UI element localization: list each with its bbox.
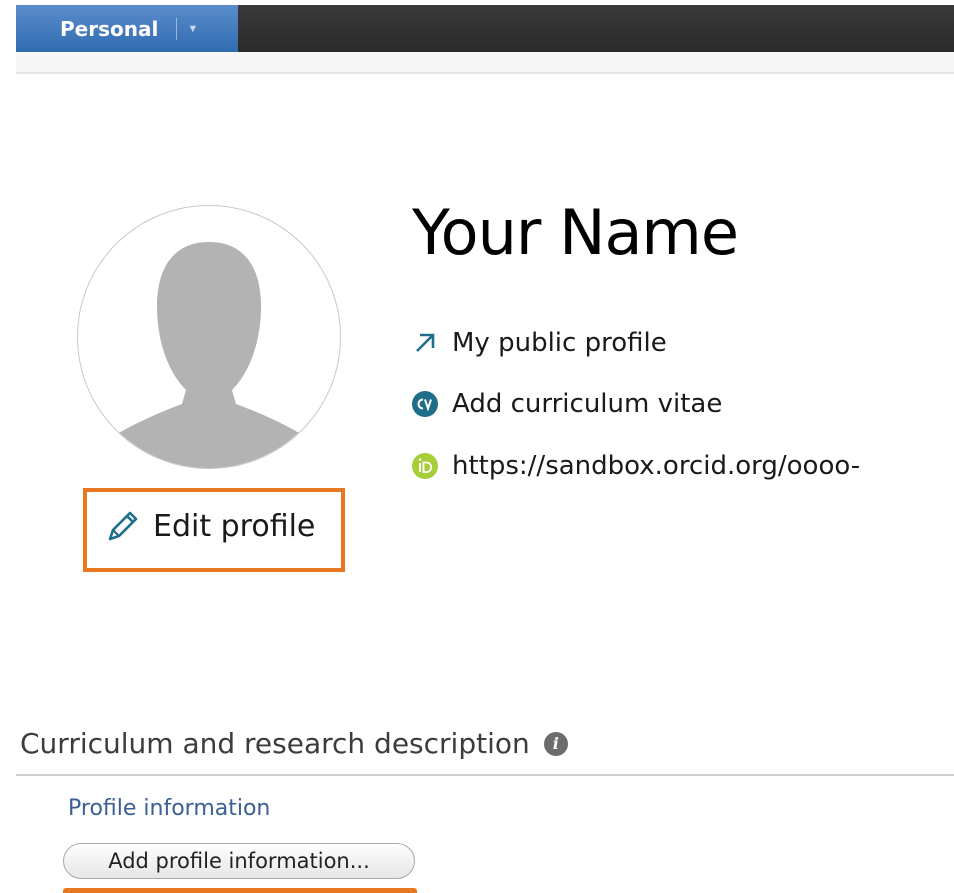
chevron-down-icon[interactable]: ▼ [187,23,198,35]
info-icon[interactable]: i [543,731,568,756]
personal-tab[interactable]: Personal ▼ [16,5,238,52]
profile-information-heading: Profile information [68,796,271,821]
pencil-icon [108,511,138,541]
tab-separator [176,17,178,40]
section-title-text: Curriculum and research description [20,727,530,760]
add-cv-link[interactable]: Add curriculum vitae [410,389,722,419]
edit-profile-link[interactable]: Edit profile [105,508,315,544]
highlight-strip [63,888,417,893]
add-profile-information-button[interactable]: Add profile information... [63,843,415,879]
top-navigation-bar: Personal ▼ [16,5,954,52]
personal-tab-label: Personal [60,16,159,41]
add-cv-label: Add curriculum vitae [452,389,723,419]
sub-navigation-bar [16,52,954,74]
profile-name: Your Name [412,196,739,269]
cv-icon [410,389,440,419]
edit-profile-highlight: Edit profile [83,488,345,572]
public-profile-link[interactable]: My public profile [410,328,667,358]
orcid-id-icon [410,451,440,481]
avatar [77,205,341,469]
public-profile-label: My public profile [452,328,667,358]
edit-profile-label: Edit profile [153,508,316,544]
orcid-link[interactable]: https://sandbox.orcid.org/oooo- [410,451,860,481]
orcid-url: https://sandbox.orcid.org/oooo- [452,451,861,481]
external-link-arrow-icon [410,328,440,358]
section-divider [16,774,954,776]
person-silhouette-icon [104,242,314,468]
section-title: Curriculum and research description i [20,727,568,760]
